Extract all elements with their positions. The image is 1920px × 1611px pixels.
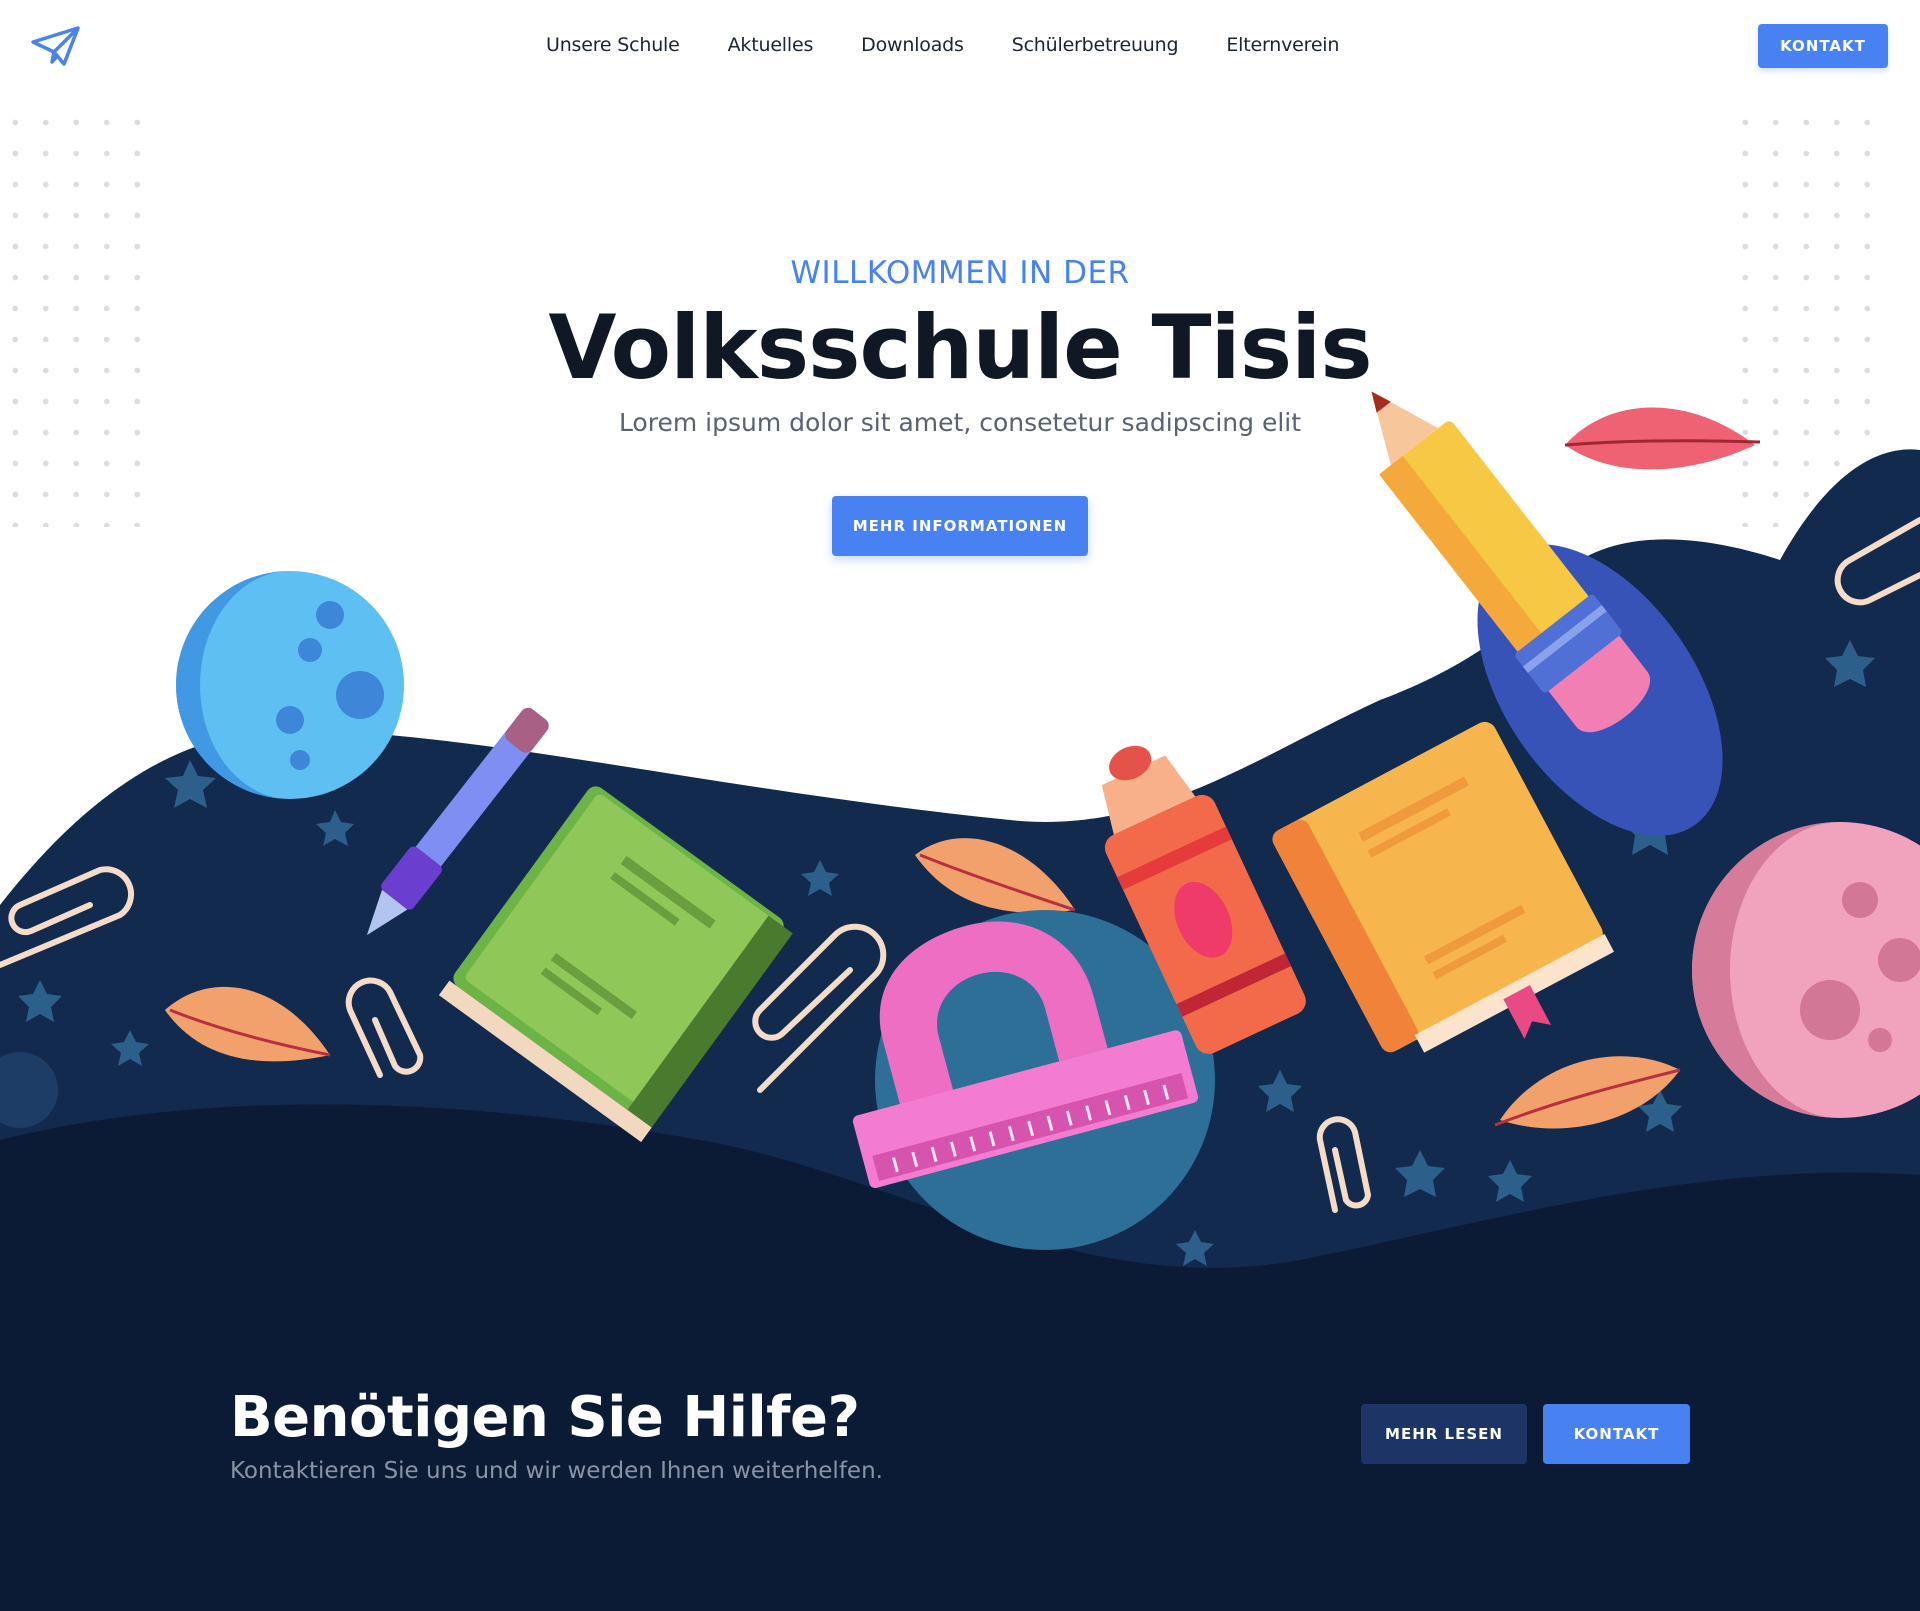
hero-eyebrow: WILLKOMMEN IN DER [790, 255, 1130, 291]
nav-item-aktuelles[interactable]: Aktuelles [728, 34, 814, 56]
more-info-button[interactable]: MEHR INFORMATIONEN [832, 496, 1088, 556]
nav-item-elternverein[interactable]: Elternverein [1226, 34, 1339, 56]
help-title: Benötigen Sie Hilfe? [230, 1385, 860, 1450]
paper-plane-icon[interactable] [30, 24, 82, 68]
help-subtitle: Kontaktieren Sie uns und wir werden Ihne… [230, 1458, 883, 1484]
site-header: Unsere Schule Aktuelles Downloads Schüle… [0, 0, 1920, 92]
nav-item-unsere-schule[interactable]: Unsere Schule [546, 34, 680, 56]
blue-moon [176, 571, 404, 799]
contact-button-header[interactable]: KONTAKT [1758, 24, 1888, 68]
hero-title: Volksschule Tisis [548, 296, 1372, 399]
contact-button-cta[interactable]: KONTAKT [1543, 1404, 1690, 1464]
nav-item-schuelerbetreuung[interactable]: Schülerbetreuung [1012, 34, 1179, 56]
hero-subtitle: Lorem ipsum dolor sit amet, consetetur s… [618, 408, 1302, 437]
page: Unsere Schule Aktuelles Downloads Schüle… [0, 0, 1920, 1611]
main-nav: Unsere Schule Aktuelles Downloads Schüle… [546, 34, 1387, 56]
nav-item-downloads[interactable]: Downloads [861, 34, 964, 56]
read-more-button[interactable]: MEHR LESEN [1361, 1404, 1527, 1464]
